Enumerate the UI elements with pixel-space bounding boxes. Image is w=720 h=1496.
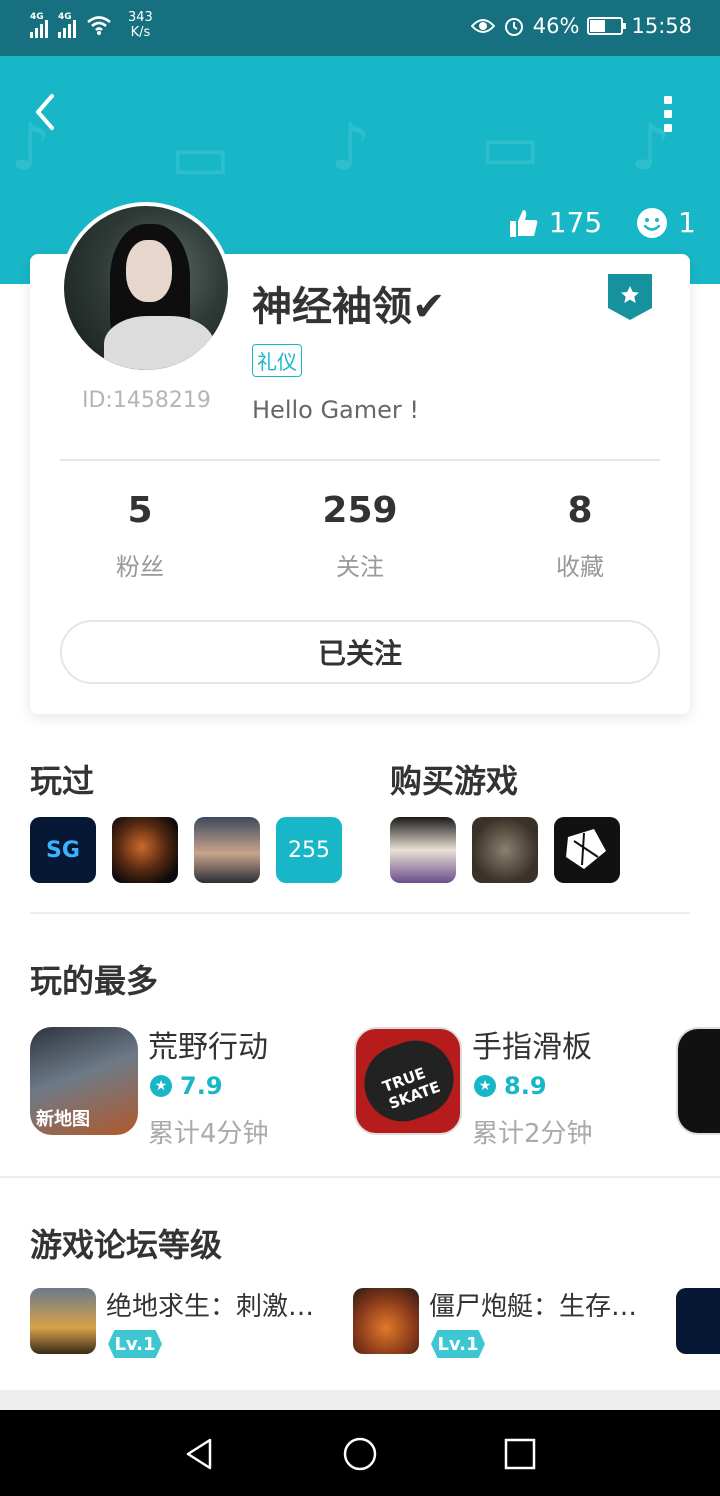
back-arrow-icon[interactable] bbox=[30, 92, 60, 132]
most-played-score: ★ 7.9 bbox=[150, 1072, 223, 1100]
played-title: 玩过 bbox=[30, 762, 95, 800]
favorites-stat[interactable]: 8 收藏 bbox=[470, 490, 690, 582]
game-icon-planet[interactable] bbox=[112, 817, 178, 883]
level-badge: Lv.1 bbox=[431, 1330, 485, 1358]
forum-game-name[interactable]: 僵尸炮艇：生存… bbox=[429, 1286, 637, 1323]
system-nav-bar bbox=[0, 1410, 720, 1496]
user-bio: Hello Gamer ! bbox=[252, 396, 420, 424]
avatar[interactable] bbox=[60, 202, 232, 374]
divider bbox=[60, 459, 660, 461]
wifi-icon bbox=[87, 16, 111, 35]
gamepad-icon: ▭ bbox=[480, 111, 541, 185]
visitor-count[interactable]: 1 bbox=[636, 206, 696, 239]
clock: 15:58 bbox=[631, 14, 692, 38]
profile-card: ID:1458219 神经袖领✔ 礼仪 Hello Gamer ! 5 粉丝 2… bbox=[30, 202, 690, 714]
divider bbox=[30, 912, 690, 914]
level-badge: Lv.1 bbox=[108, 1330, 162, 1358]
game-icon-character[interactable] bbox=[194, 817, 260, 883]
game-icon-zombie-gunship[interactable] bbox=[353, 1288, 419, 1354]
svg-text:SG: SG bbox=[46, 838, 80, 863]
fans-stat[interactable]: 5 粉丝 bbox=[30, 490, 250, 582]
forum-game-name[interactable]: 绝地求生：刺激… bbox=[106, 1286, 314, 1323]
signal-icon-2: 4G bbox=[58, 12, 76, 38]
most-played-title: 玩的最多 bbox=[30, 962, 159, 1000]
eye-icon bbox=[470, 19, 495, 33]
status-bar: 4G 4G 343 K/s 46% 15:58 bbox=[0, 0, 720, 56]
game-icon-true-skate[interactable]: TRUE SKATE bbox=[354, 1027, 462, 1135]
gamepad-icon: ▭ bbox=[170, 121, 231, 195]
net-speed: 343 K/s bbox=[128, 10, 153, 40]
game-icon-pixel-girl[interactable] bbox=[390, 817, 456, 883]
following-stat[interactable]: 259 关注 bbox=[250, 490, 470, 582]
more-played-count[interactable]: 255 bbox=[276, 817, 342, 883]
followed-button[interactable]: 已关注 bbox=[60, 620, 660, 684]
battery-icon bbox=[587, 17, 627, 35]
most-played-name[interactable]: 荒野行动 bbox=[148, 1022, 268, 1066]
user-tag[interactable]: 礼仪 bbox=[252, 344, 302, 377]
game-icon-pubg[interactable] bbox=[30, 1288, 96, 1354]
nav-recents-icon[interactable] bbox=[502, 1436, 538, 1472]
bottom-strip bbox=[0, 1390, 720, 1410]
thumbs-up-icon bbox=[509, 209, 538, 237]
game-icon-second-galaxy[interactable]: SG bbox=[30, 817, 96, 883]
purchased-title: 购买游戏 bbox=[390, 762, 519, 800]
alarm-icon bbox=[504, 18, 523, 36]
game-icon-second-galaxy-partial[interactable] bbox=[676, 1288, 720, 1354]
star-icon: ★ bbox=[150, 1075, 172, 1097]
most-played-time: 累计4分钟 bbox=[148, 1119, 269, 1149]
most-played-name[interactable]: 手指滑板 bbox=[472, 1022, 592, 1066]
most-played-time: 累计2分钟 bbox=[472, 1119, 593, 1149]
nav-back-icon[interactable] bbox=[182, 1436, 218, 1472]
divider bbox=[0, 1176, 720, 1178]
most-played-score: ★ 8.9 bbox=[474, 1072, 547, 1100]
medal-badge-icon[interactable] bbox=[608, 274, 652, 320]
star-icon: ★ bbox=[474, 1075, 496, 1097]
game-icon-shattered[interactable] bbox=[554, 817, 620, 883]
username: 神经袖领✔ bbox=[252, 284, 446, 330]
battery-percent: 46% bbox=[532, 14, 580, 38]
smiley-icon bbox=[637, 207, 668, 238]
music-note-icon: ♪ bbox=[330, 111, 371, 185]
forum-level-title: 游戏论坛等级 bbox=[30, 1226, 223, 1264]
user-id: ID:1458219 bbox=[82, 388, 211, 413]
game-icon-scp-partial[interactable] bbox=[676, 1027, 720, 1135]
game-icon-gems[interactable] bbox=[472, 817, 538, 883]
more-menu-icon[interactable] bbox=[662, 96, 674, 132]
signal-icon: 4G bbox=[30, 12, 48, 38]
game-icon-knives-out[interactable]: 新地图 bbox=[30, 1027, 138, 1135]
nav-home-icon[interactable] bbox=[342, 1436, 378, 1472]
like-count[interactable]: 175 bbox=[509, 206, 602, 239]
